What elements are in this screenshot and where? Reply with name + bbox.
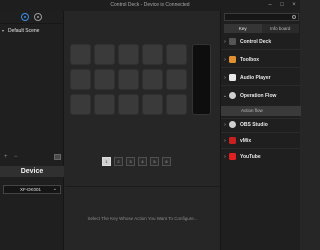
device-heading: Device — [0, 166, 64, 177]
library-tabs: Key Info board — [224, 24, 299, 33]
config-hint: Select The Key Whose Action You Want To … — [87, 216, 198, 221]
category-vmix[interactable]: › vMix — [221, 135, 301, 146]
category-youtube[interactable]: › YouTube — [221, 151, 301, 162]
close-button[interactable]: × — [289, 0, 299, 11]
search-icon — [292, 15, 296, 19]
scene-controls: + − — [0, 154, 64, 161]
category-label: Operation Flow — [240, 92, 277, 99]
chevron-right-icon: › — [224, 121, 226, 128]
category-label: vMix — [240, 137, 252, 144]
key-row — [70, 94, 187, 115]
action-library-panel: Key Info board › Control Deck › Toolbox … — [220, 11, 301, 250]
divider — [221, 85, 301, 86]
category-audio-player[interactable]: › Audio Player — [221, 72, 301, 83]
title-bar: Control Deck - Device is Connected – □ × — [0, 0, 300, 11]
add-scene-button[interactable]: + — [4, 154, 8, 161]
page-selector: 1 2 3 4 5 6 — [102, 157, 171, 166]
import-icon[interactable] — [54, 154, 61, 160]
deck-key[interactable] — [166, 69, 187, 90]
deck-key[interactable] — [118, 69, 139, 90]
page-button-5[interactable]: 5 — [150, 157, 159, 166]
key-row — [70, 69, 187, 90]
deck-display-key[interactable] — [192, 44, 211, 115]
deck-key[interactable] — [142, 94, 163, 115]
tab-info-board[interactable]: Info board — [261, 24, 299, 33]
category-operation-flow[interactable]: ⌄ Operation Flow — [221, 90, 301, 101]
page-button-1[interactable]: 1 — [102, 157, 111, 166]
deck-key[interactable] — [166, 44, 187, 65]
scene-item[interactable]: ▾ Default Scene — [2, 26, 62, 35]
operation-flow-icon — [229, 92, 236, 99]
toolbox-icon — [229, 56, 236, 63]
deck-key[interactable] — [94, 69, 115, 90]
left-panel: ▾ Default Scene + − Device XF-DK001 ⌄ — [0, 11, 64, 250]
divider — [221, 148, 301, 149]
deck-key[interactable] — [70, 69, 91, 90]
chevron-right-icon: › — [224, 56, 226, 63]
profile-icon[interactable] — [34, 13, 42, 21]
vmix-icon — [229, 137, 236, 144]
device-select[interactable]: XF-DK001 ⌄ — [3, 185, 61, 194]
device-select-value: XF-DK001 — [20, 187, 42, 192]
action-item[interactable]: Action flow — [221, 106, 301, 116]
category-label: OBS Studio — [240, 121, 268, 128]
deck-key[interactable] — [70, 44, 91, 65]
minimize-button[interactable]: – — [265, 0, 275, 11]
category-control-deck[interactable]: › Control Deck — [221, 36, 301, 47]
deck-key[interactable] — [118, 44, 139, 65]
category-toolbox[interactable]: › Toolbox — [221, 54, 301, 65]
action-item-label: Action flow — [241, 108, 263, 113]
page-button-6[interactable]: 6 — [162, 157, 171, 166]
deck-key[interactable] — [94, 44, 115, 65]
chevron-down-icon: ⌄ — [222, 92, 228, 99]
scene-label: Default Scene — [8, 27, 40, 34]
control-deck-icon — [229, 38, 236, 45]
remove-scene-button[interactable]: − — [14, 154, 18, 161]
tab-key[interactable]: Key — [224, 24, 262, 33]
chevron-right-icon: › — [224, 137, 226, 144]
deck-key[interactable] — [166, 94, 187, 115]
deck-key[interactable] — [142, 44, 163, 65]
deck-key[interactable] — [70, 94, 91, 115]
category-label: Toolbox — [240, 56, 260, 63]
search-input[interactable] — [224, 13, 299, 21]
key-config-area: 1 2 3 4 5 6 Select The Key Whose Action … — [65, 11, 220, 250]
deck-key[interactable] — [142, 69, 163, 90]
page-button-4[interactable]: 4 — [138, 157, 147, 166]
divider — [221, 67, 301, 68]
page-button-3[interactable]: 3 — [126, 157, 135, 166]
obs-studio-icon — [229, 121, 236, 128]
youtube-icon — [229, 153, 236, 160]
category-label: Control Deck — [240, 38, 272, 45]
settings-icon[interactable] — [21, 13, 29, 21]
chevron-right-icon: › — [224, 38, 226, 45]
deck-key[interactable] — [118, 94, 139, 115]
category-label: YouTube — [240, 153, 261, 160]
deck-key[interactable] — [94, 94, 115, 115]
page-button-2[interactable]: 2 — [114, 157, 123, 166]
maximize-button[interactable]: □ — [277, 0, 287, 11]
key-row — [70, 44, 187, 65]
divider — [221, 49, 301, 50]
audio-player-icon — [229, 74, 236, 81]
chevron-down-icon: ⌄ — [52, 186, 57, 192]
chevron-right-icon: › — [224, 74, 226, 81]
chevron-right-icon: › — [224, 153, 226, 160]
window-title: Control Deck - Device is Connected — [110, 2, 190, 8]
divider — [221, 132, 301, 133]
category-label: Audio Player — [240, 74, 271, 81]
left-toolbar — [0, 11, 64, 24]
divider — [65, 186, 220, 187]
category-obs-studio[interactable]: › OBS Studio — [221, 119, 301, 130]
